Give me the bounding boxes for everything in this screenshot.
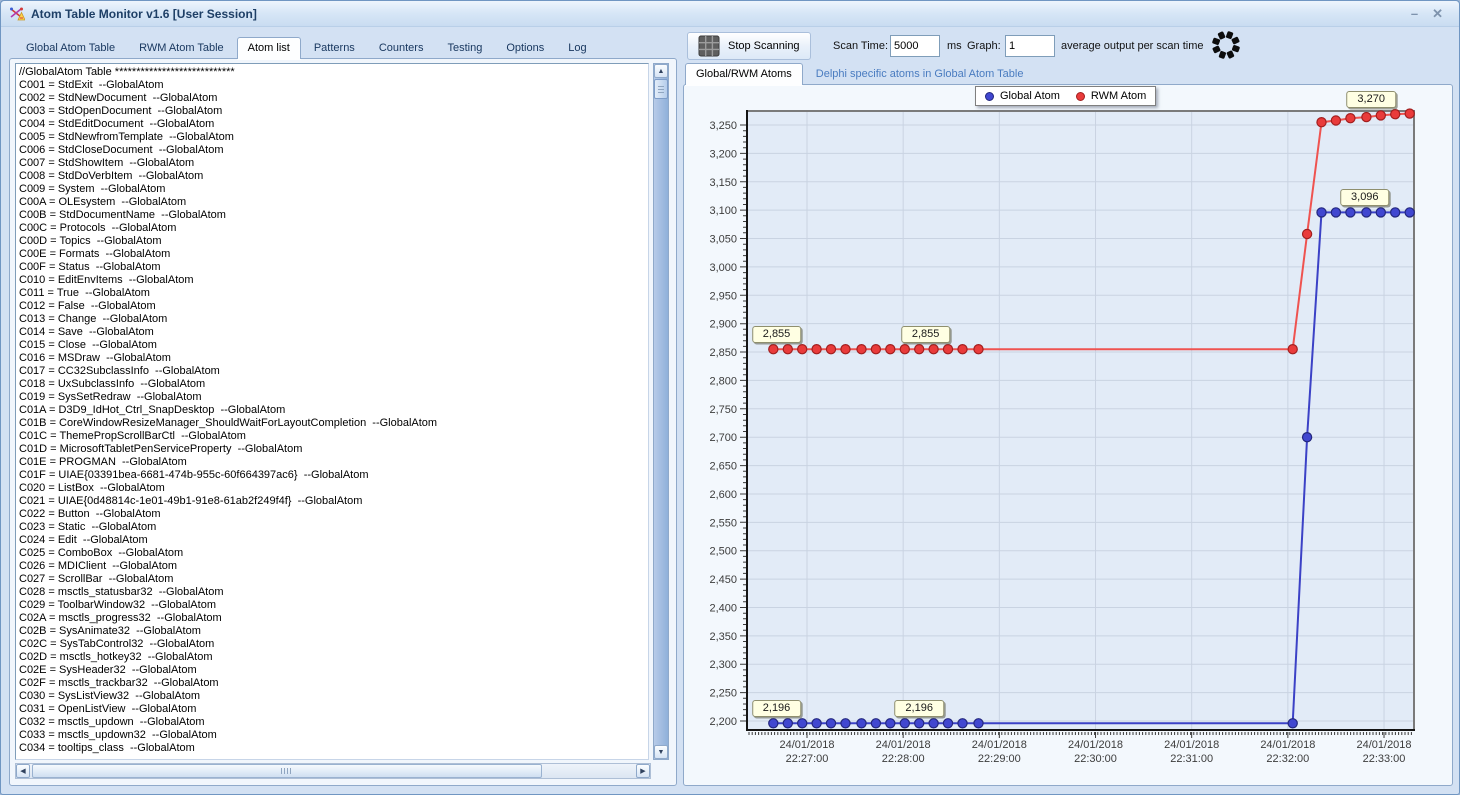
tab-testing[interactable]: Testing [436, 37, 493, 59]
tab-global-rwm-atoms[interactable]: Global/RWM Atoms [685, 63, 803, 85]
svg-text:2,750: 2,750 [709, 404, 737, 416]
legend-item-rwm-atom: RWM Atom [1075, 90, 1147, 102]
scan-time-label: Scan Time: [833, 40, 889, 52]
plot-area [747, 111, 1414, 730]
value-label: 2,196 [894, 700, 944, 718]
vertical-scroll-thumb[interactable] [654, 79, 668, 99]
scan-time-input[interactable] [890, 35, 940, 57]
svg-text:22:30:00: 22:30:00 [1074, 753, 1117, 765]
scroll-right-button[interactable]: ▶ [636, 764, 650, 778]
thumb-grip [281, 768, 293, 774]
svg-text:22:31:00: 22:31:00 [1170, 753, 1213, 765]
chart-pane: 2,200 2,250 2,300 2,350 2,400 2,450 2,500 2,550… [683, 84, 1453, 786]
svg-text:3,150: 3,150 [709, 177, 737, 189]
x-axis-labels: 24/01/2018 22:27:00 24/01/2018 22:28:00 24/0… [779, 739, 1411, 765]
svg-text:2,400: 2,400 [709, 602, 737, 614]
svg-text:24/01/2018: 24/01/2018 [972, 739, 1027, 751]
svg-text:2,500: 2,500 [709, 546, 737, 558]
svg-text:2,250: 2,250 [709, 688, 737, 700]
svg-text:2,650: 2,650 [709, 461, 737, 473]
horizontal-scroll-thumb[interactable] [32, 764, 542, 778]
atom-list-text: //GlobalAtom Table *********************… [19, 66, 438, 754]
tab-patterns[interactable]: Patterns [303, 37, 366, 59]
titlebar: Atom Table Monitor v1.6 [User Session] –… [1, 1, 1459, 27]
svg-text:2,600: 2,600 [709, 489, 737, 501]
legend-item-global-atom: Global Atom [985, 90, 1060, 102]
minimize-button[interactable]: – [1411, 7, 1418, 20]
graph-label: Graph: [967, 40, 1001, 52]
legend-label: Global Atom [1000, 90, 1060, 102]
svg-text:3,050: 3,050 [709, 234, 737, 246]
atom-listbox[interactable]: //GlobalAtom Table *********************… [15, 63, 649, 760]
graph-input[interactable] [1005, 35, 1055, 57]
tab-log[interactable]: Log [557, 37, 597, 59]
svg-text:3,000: 3,000 [709, 262, 737, 274]
value-label: 2,855 [751, 326, 802, 344]
chart-plot: 2,200 2,250 2,300 2,350 2,400 2,450 2,500 2,550… [709, 108, 1415, 765]
svg-text:2,850: 2,850 [709, 347, 737, 359]
vertical-scrollbar[interactable]: ▲ ▼ [653, 63, 669, 760]
busy-spinner-icon [1210, 29, 1242, 66]
value-label: 2,196 [751, 700, 802, 718]
svg-text:2,450: 2,450 [709, 574, 737, 586]
svg-text:24/01/2018: 24/01/2018 [876, 739, 931, 751]
y-axis-labels: 2,200 2,250 2,300 2,350 2,400 2,450 2,500 2,550… [709, 120, 737, 728]
svg-text:2,200: 2,200 [709, 716, 737, 728]
svg-text:22:32:00: 22:32:00 [1266, 753, 1309, 765]
svg-text:2,700: 2,700 [709, 432, 737, 444]
horizontal-scrollbar[interactable]: ◀ ▶ [15, 763, 651, 779]
tab-atom-list[interactable]: Atom list [236, 37, 301, 59]
svg-text:24/01/2018: 24/01/2018 [1260, 739, 1315, 751]
app-icon [9, 6, 25, 22]
svg-text:24/01/2018: 24/01/2018 [1356, 739, 1411, 751]
svg-text:2,900: 2,900 [709, 319, 737, 331]
scroll-down-button[interactable]: ▼ [654, 745, 668, 759]
grid-icon [698, 35, 720, 57]
close-button[interactable]: ✕ [1432, 7, 1443, 20]
tab-global-atom-table[interactable]: Global Atom Table [15, 37, 126, 59]
svg-text:3,250: 3,250 [709, 120, 737, 132]
svg-text:22:27:00: 22:27:00 [786, 753, 829, 765]
legend-marker-icon [1075, 91, 1085, 101]
svg-text:2,550: 2,550 [709, 517, 737, 529]
tab-rwm-atom-table[interactable]: RWM Atom Table [128, 37, 235, 59]
window-title: Atom Table Monitor v1.6 [User Session] [31, 6, 257, 21]
svg-text:2,950: 2,950 [709, 290, 737, 302]
value-label: 3,096 [1340, 189, 1390, 207]
tab-counters[interactable]: Counters [368, 37, 435, 59]
avg-output-label: average output per scan time [1061, 40, 1204, 52]
ms-label: ms [947, 40, 962, 52]
legend-label: RWM Atom [1090, 90, 1147, 102]
svg-text:2,800: 2,800 [709, 375, 737, 387]
value-label: 2,855 [900, 326, 951, 344]
svg-text:24/01/2018: 24/01/2018 [779, 739, 834, 751]
svg-text:2,350: 2,350 [709, 631, 737, 643]
left-tab-bar: Global Atom Table RWM Atom Table Atom list… [15, 36, 598, 59]
svg-text:22:29:00: 22:29:00 [978, 753, 1021, 765]
svg-text:22:28:00: 22:28:00 [882, 753, 925, 765]
stop-scanning-label: Stop Scanning [728, 40, 800, 52]
svg-text:3,200: 3,200 [709, 148, 737, 160]
svg-text:24/01/2018: 24/01/2018 [1164, 739, 1219, 751]
scroll-left-button[interactable]: ◀ [16, 764, 30, 778]
app-window: Atom Table Monitor v1.6 [User Session] –… [0, 0, 1460, 795]
tab-options[interactable]: Options [495, 37, 555, 59]
tab-delphi-specific-atoms-in-global-atom-table[interactable]: Delphi specific atoms in Global Atom Tab… [805, 63, 1035, 85]
svg-text:22:33:00: 22:33:00 [1363, 753, 1406, 765]
thumb-grip [658, 86, 664, 94]
stop-scanning-button[interactable]: Stop Scanning [687, 32, 811, 60]
svg-text:2,300: 2,300 [709, 659, 737, 671]
svg-text:24/01/2018: 24/01/2018 [1068, 739, 1123, 751]
chart-legend: Global Atom RWM Atom [975, 86, 1157, 106]
legend-marker-icon [985, 91, 994, 101]
value-label: 3,270 [1346, 90, 1396, 108]
svg-text:3,100: 3,100 [709, 205, 737, 217]
scroll-up-button[interactable]: ▲ [654, 64, 668, 78]
right-tab-bar: Global/RWM Atoms Delphi specific atoms in… [685, 62, 1034, 85]
